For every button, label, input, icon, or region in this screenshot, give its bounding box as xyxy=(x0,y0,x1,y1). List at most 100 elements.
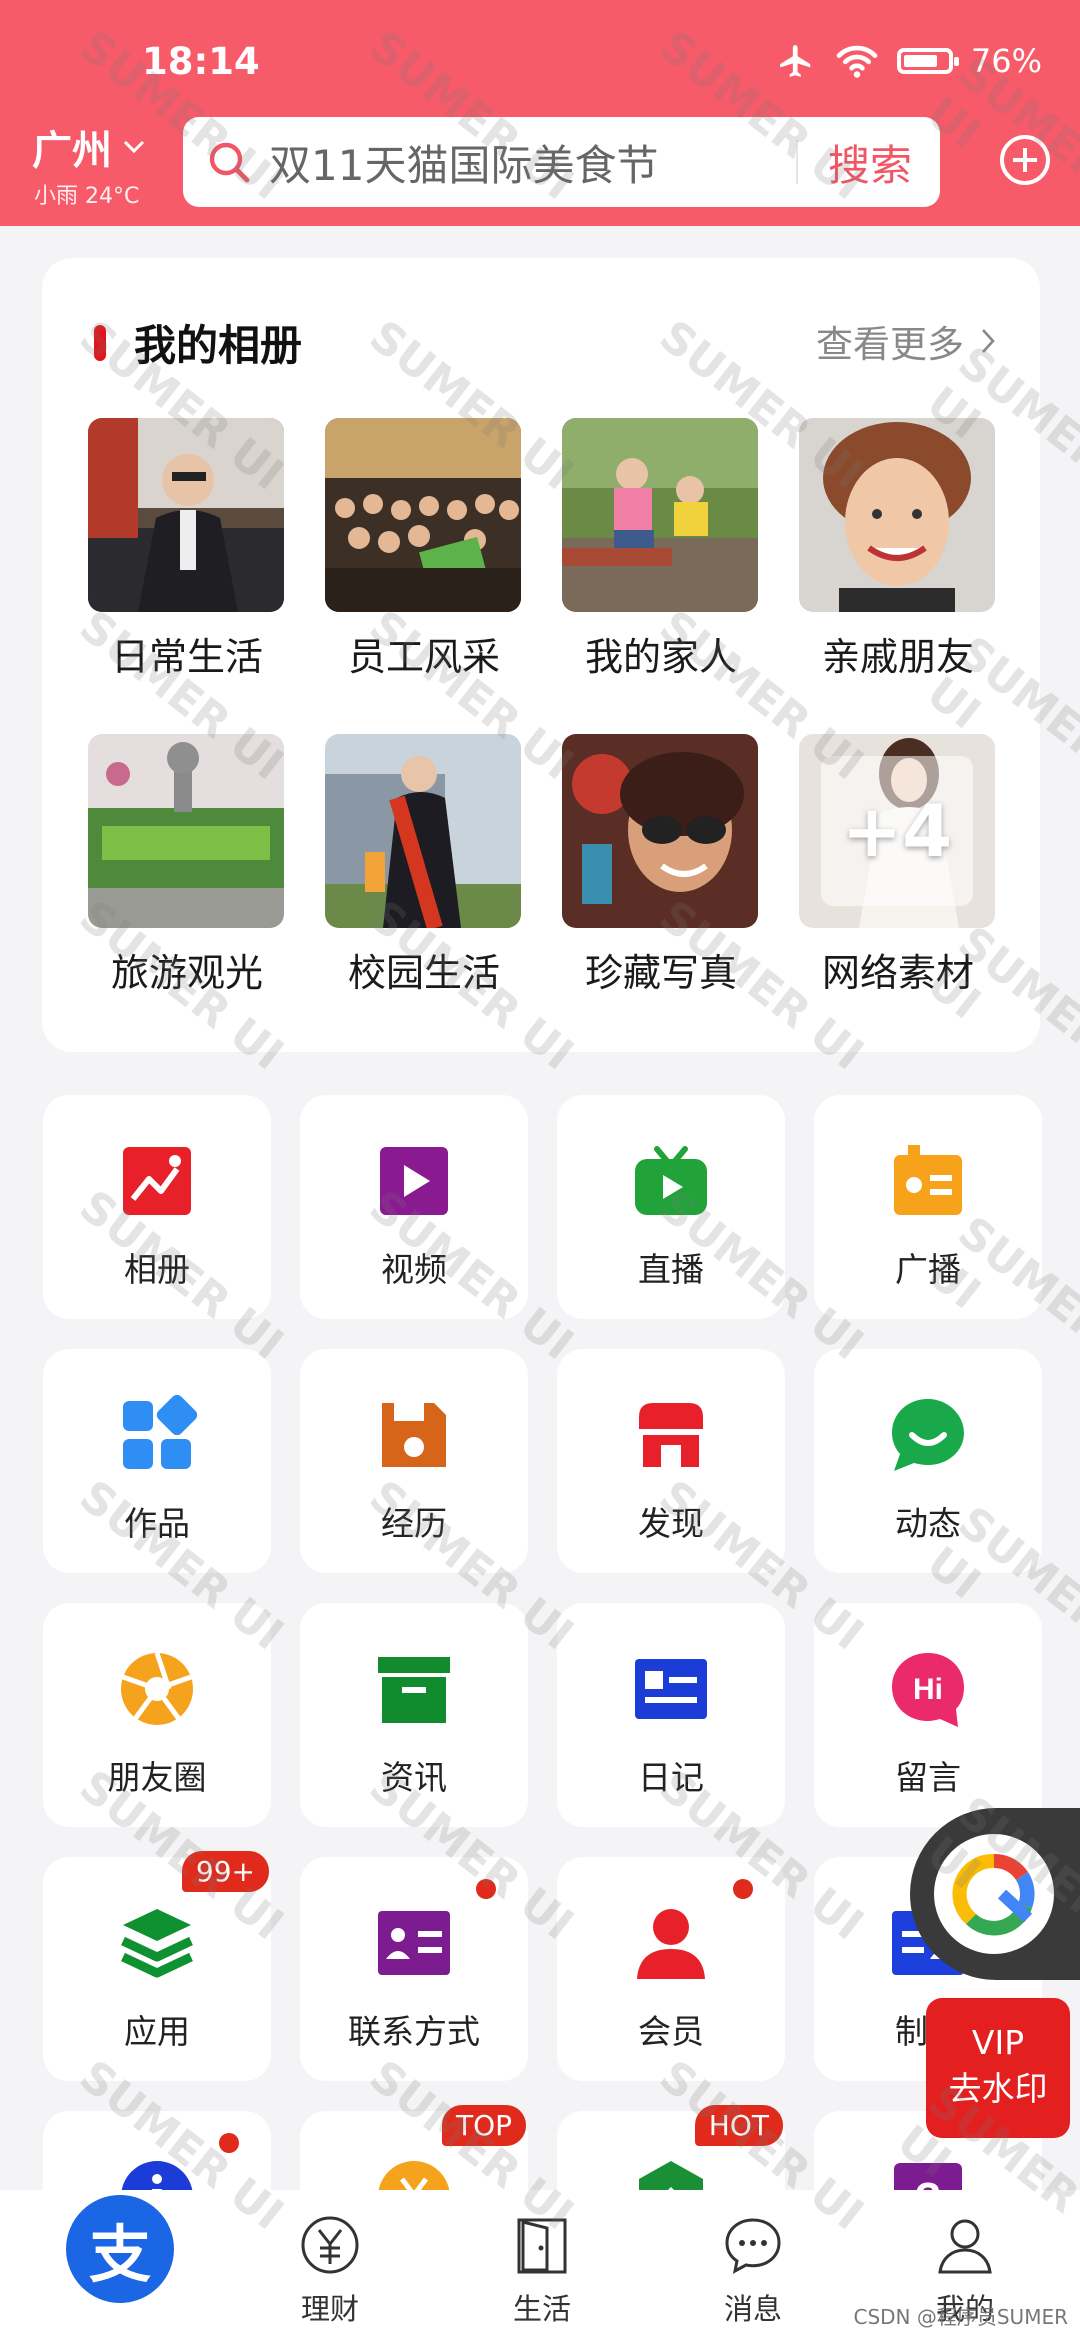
grid-item[interactable]: 应用 99+ xyxy=(43,1851,271,2081)
album-thumbnail xyxy=(325,734,521,928)
svg-text:Hi: Hi xyxy=(913,1673,943,1706)
archive-box-icon xyxy=(378,1657,450,1723)
grid-item-badge: 99+ xyxy=(181,1851,269,1892)
album-label: 员工风采 xyxy=(347,635,500,679)
album-label: 亲戚朋友 xyxy=(821,635,974,679)
message-icon xyxy=(725,2218,781,2274)
album-icon xyxy=(123,1147,191,1215)
chevron-down-icon xyxy=(123,140,145,154)
album-item[interactable]: 日常生活 xyxy=(88,418,286,681)
grid-item[interactable]: 动态 xyxy=(814,1349,1042,1573)
vip-remove-watermark-button[interactable]: VIP 去水印 xyxy=(926,1998,1070,2138)
grid-item-label: 直播 xyxy=(638,1250,704,1289)
album-label: 珍藏写真 xyxy=(584,951,737,995)
finance-yen-icon xyxy=(301,2216,359,2274)
user-icon xyxy=(938,2219,992,2274)
album-item[interactable]: +4 网络素材 xyxy=(799,734,997,997)
id-card-icon xyxy=(635,1659,707,1719)
nav-item-messages[interactable]: 消息 xyxy=(678,2190,828,2328)
weather-text: 小雨 24°C xyxy=(34,184,140,209)
search-bar[interactable]: 双11天猫国际美食节 搜索 xyxy=(183,117,940,207)
grid-item[interactable]: 联系方式 xyxy=(300,1857,528,2081)
album-item[interactable]: 员工风采 xyxy=(325,418,523,681)
title-accent-bar xyxy=(94,324,106,361)
notification-dot xyxy=(733,1879,753,1899)
grid-item-badge: HOT xyxy=(694,2105,783,2146)
grid-item[interactable]: 会员 xyxy=(557,1857,785,2081)
grid-item[interactable]: 视频 xyxy=(300,1095,528,1319)
battery-icon xyxy=(896,48,959,74)
video-icon xyxy=(380,1147,448,1215)
chat-bubble-icon xyxy=(892,1399,964,1471)
grid-item-label: 会员 xyxy=(638,2012,704,2051)
home-glyph: 支 xyxy=(88,2218,151,2291)
grid-item[interactable]: 发现 xyxy=(557,1349,785,1573)
grid-item[interactable]: 朋友圈 xyxy=(43,1603,271,1827)
notification-dot xyxy=(476,1879,496,1899)
aperture-icon xyxy=(121,1652,193,1725)
album-thumbnail xyxy=(799,418,995,612)
grid-item-badge: TOP xyxy=(441,2105,526,2146)
grid-item[interactable]: 广播 xyxy=(814,1095,1042,1319)
album-thumbnail xyxy=(325,418,521,612)
grid-item-label: 发现 xyxy=(638,1504,704,1543)
album-item[interactable]: 校园生活 xyxy=(325,734,523,997)
header-bar: 18:14 76% 广州 小雨 24°C 双11天猫国际美食节 搜索 xyxy=(0,0,1080,226)
hi-bubble-icon: Hi xyxy=(892,1653,964,1727)
album-section-title: 我的相册 xyxy=(94,312,302,373)
grid-item-label: 动态 xyxy=(895,1504,961,1543)
grid-item-label: 联系方式 xyxy=(348,2012,480,2051)
nav-label: 消息 xyxy=(723,2292,782,2326)
grid-item-label: 作品 xyxy=(124,1504,190,1543)
notification-dot xyxy=(219,2133,239,2153)
view-more-link[interactable]: 查看更多 xyxy=(816,314,996,368)
grid-item-label: 资讯 xyxy=(381,1758,447,1797)
shop-icon xyxy=(639,1403,703,1467)
album-title-text: 我的相册 xyxy=(134,321,303,370)
album-item[interactable]: 亲戚朋友 xyxy=(799,418,997,681)
grid-item[interactable]: Hi 留言 xyxy=(814,1603,1042,1827)
live-tv-icon xyxy=(635,1146,707,1215)
search-button[interactable]: 搜索 xyxy=(798,132,940,193)
grid-item-label: 留言 xyxy=(895,1758,961,1797)
alipay-home-icon[interactable]: 支 xyxy=(66,2195,174,2303)
add-icon[interactable] xyxy=(1000,135,1050,185)
radio-icon xyxy=(894,1145,962,1215)
album-item[interactable]: 我的家人 xyxy=(562,418,760,681)
works-icon xyxy=(123,1395,197,1469)
grid-item[interactable]: 日记 xyxy=(557,1603,785,1827)
grid-item-label: 应用 xyxy=(124,2012,190,2051)
chevron-right-icon xyxy=(982,329,995,353)
grid-item[interactable]: 相册 xyxy=(43,1095,271,1319)
album-thumbnail: +4 xyxy=(799,734,995,928)
grid-item-label: 朋友圈 xyxy=(107,1758,207,1797)
grid-item[interactable]: 作品 xyxy=(43,1349,271,1573)
more-overlay: +4 xyxy=(821,756,973,906)
contact-card-icon xyxy=(378,1911,450,1975)
grid-item-label: 广播 xyxy=(895,1250,961,1289)
view-more-label: 查看更多 xyxy=(816,323,964,366)
search-icon xyxy=(209,142,250,183)
grid-item[interactable]: 资讯 xyxy=(300,1603,528,1827)
album-item[interactable]: 旅游观光 xyxy=(88,734,286,997)
save-disk-icon xyxy=(382,1403,446,1467)
album-thumbnail xyxy=(562,734,758,928)
album-label: 校园生活 xyxy=(347,951,500,995)
grid-item-label: 视频 xyxy=(381,1250,447,1289)
door-icon xyxy=(517,2218,567,2274)
floating-google-button[interactable] xyxy=(910,1808,1080,1980)
album-item[interactable]: 珍藏写真 xyxy=(562,734,760,997)
album-label: 网络素材 xyxy=(821,951,974,995)
grid-item[interactable]: 经历 xyxy=(300,1349,528,1573)
google-icon xyxy=(934,1834,1054,1954)
grid-item[interactable]: 直播 xyxy=(557,1095,785,1319)
airplane-icon xyxy=(780,45,811,77)
city-selector[interactable]: 广州 xyxy=(32,118,146,176)
album-thumbnail xyxy=(562,418,758,612)
nav-item-finance[interactable]: 理财 xyxy=(255,2190,405,2328)
footer-note: CSDN @程序员SUMER xyxy=(853,2305,1068,2329)
layers-icon xyxy=(121,1909,193,1978)
nav-item-life[interactable]: 生活 xyxy=(467,2190,617,2328)
remove-watermark-label: 去水印 xyxy=(948,2069,1048,2108)
search-input[interactable]: 双11天猫国际美食节 xyxy=(269,132,796,193)
